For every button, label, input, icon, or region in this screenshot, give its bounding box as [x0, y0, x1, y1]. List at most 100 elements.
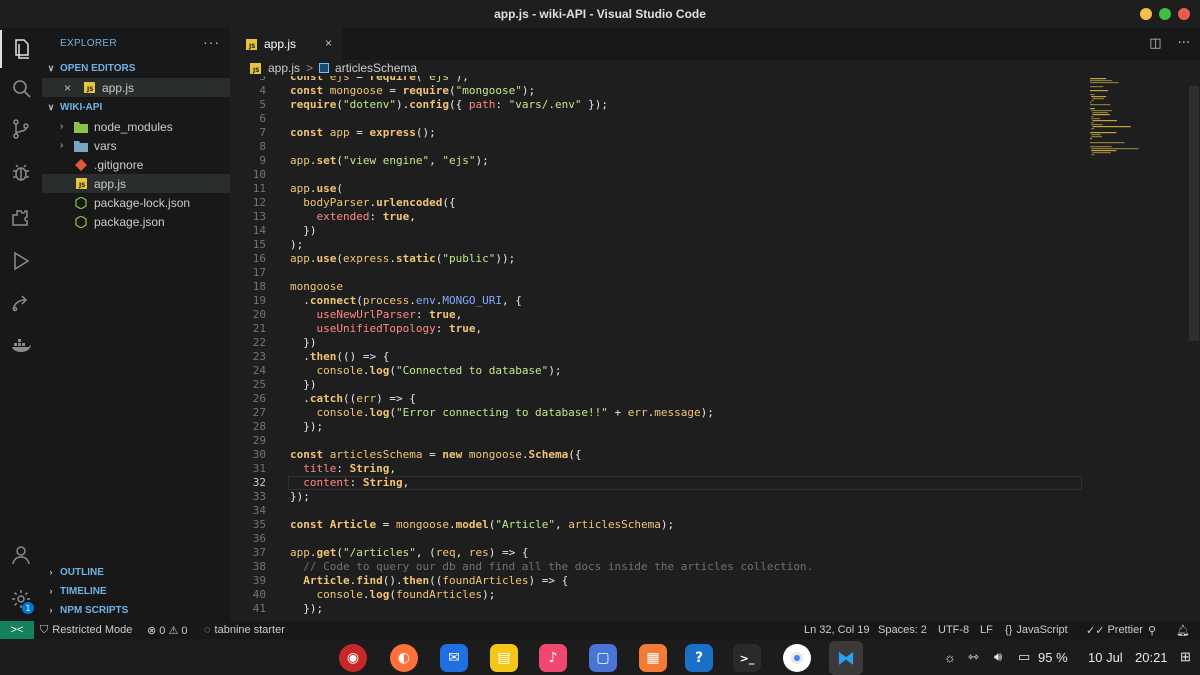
code-line[interactable]: 19 .connect(process.env.MONGO_URI, {	[230, 294, 1090, 308]
terminal-icon[interactable]: >_	[733, 644, 761, 672]
code-line[interactable]: 8	[230, 140, 1090, 154]
open-editors-section[interactable]: ∨ OPEN EDITORS	[42, 59, 230, 77]
code-editor[interactable]: 3 const ejs = require("ejs"); 4 const mongo…	[230, 76, 1200, 621]
close-icon[interactable]: ×	[64, 81, 78, 95]
close-icon[interactable]: ×	[325, 36, 332, 50]
ubuntu-app-icon[interactable]: ◉	[339, 644, 367, 672]
search-icon[interactable]	[0, 70, 42, 108]
account-icon[interactable]	[0, 536, 42, 574]
tabnine-indicator[interactable]: ◌ tabnine starter	[204, 621, 285, 639]
chrome-icon[interactable]	[783, 644, 811, 672]
code-line[interactable]: 4 const mongoose = require("mongoose");	[230, 84, 1090, 98]
code-line[interactable]: 27 console.log("Error connecting to data…	[230, 406, 1090, 420]
breadcrumb-symbol[interactable]: articlesSchema	[335, 61, 417, 75]
firefox-icon[interactable]: ◐	[390, 644, 418, 672]
code-line[interactable]: 37 app.get("/articles", (req, res) => {	[230, 546, 1090, 560]
tree-item-package-lock[interactable]: package-lock.json	[42, 193, 230, 212]
split-editor-icon[interactable]: ◫	[1149, 36, 1161, 51]
tree-item-node-modules[interactable]: › node_modules	[42, 117, 230, 136]
feedback-icon[interactable]: ⚲	[1148, 621, 1156, 639]
vscode-dock-item[interactable]: ⧓	[829, 641, 863, 675]
run-icon[interactable]	[0, 242, 42, 280]
more-actions-icon[interactable]: ···	[203, 34, 220, 50]
tab-app-js[interactable]: JS app.js ×	[230, 28, 342, 60]
source-control-icon[interactable]	[0, 110, 42, 148]
scrollbar-thumb[interactable]	[1189, 86, 1199, 341]
restricted-mode[interactable]: ⛉ Restricted Mode	[40, 621, 132, 639]
code-line[interactable]: 28 });	[230, 420, 1090, 434]
remote-indicator[interactable]: ><	[0, 621, 34, 639]
code-line[interactable]: 24 console.log("Connected to database");	[230, 364, 1090, 378]
code-line[interactable]: 39 Article.find().then((foundArticles) =…	[230, 574, 1090, 588]
code-line[interactable]: 13 extended: true,	[230, 210, 1090, 224]
problems-indicator[interactable]: ⊗ 0 ⚠ 0	[147, 621, 187, 639]
code-line[interactable]: 16 app.use(express.static("public"));	[230, 252, 1090, 266]
extensions-icon[interactable]	[0, 198, 42, 236]
npm-scripts-section[interactable]: › NPM SCRIPTS	[42, 601, 230, 619]
code-line[interactable]: 32 content: String,	[230, 476, 1090, 490]
code-line[interactable]: 10	[230, 168, 1090, 182]
outline-section[interactable]: › OUTLINE	[42, 563, 230, 581]
code-line[interactable]: 12 bodyParser.urlencoded({	[230, 196, 1090, 210]
mail-icon[interactable]: ✉	[440, 644, 468, 672]
code-line[interactable]: 31 title: String,	[230, 462, 1090, 476]
settings-icon[interactable]: 1	[0, 580, 42, 618]
notifications-icon[interactable]: 🔔︎	[1176, 621, 1190, 639]
minimize-button[interactable]	[1140, 8, 1152, 20]
code-line[interactable]: 11 app.use(	[230, 182, 1090, 196]
code-line[interactable]: 17	[230, 266, 1090, 280]
tree-item-app-js[interactable]: JS app.js	[42, 174, 230, 193]
maximize-button[interactable]	[1159, 8, 1171, 20]
code-line[interactable]: 36	[230, 532, 1090, 546]
code-line[interactable]: 38 // Code to query our db and find all …	[230, 560, 1090, 574]
code-line[interactable]: 22 })	[230, 336, 1090, 350]
more-actions-icon[interactable]: ···	[1178, 36, 1190, 51]
close-button[interactable]	[1178, 8, 1190, 20]
timeline-section[interactable]: › TIMELINE	[42, 582, 230, 600]
brightness-icon[interactable]: ☼	[944, 639, 956, 675]
code-line[interactable]: 18 mongoose	[230, 280, 1090, 294]
code-line[interactable]: 23 .then(() => {	[230, 350, 1090, 364]
project-section[interactable]: ∨ WIKI-API	[42, 98, 230, 116]
volume-icon[interactable]: 🔊︎	[994, 639, 1002, 675]
docker-icon[interactable]	[0, 326, 42, 364]
code-line[interactable]: 5 require("dotenv").config({ path: "vars/…	[230, 98, 1090, 112]
code-line[interactable]: 30 const articlesSchema = new mongoose.Sc…	[230, 448, 1090, 462]
document-viewer-icon[interactable]: ▢	[589, 644, 617, 672]
code-line[interactable]: 40 console.log(foundArticles);	[230, 588, 1090, 602]
code-line[interactable]: 21 useUnifiedTopology: true,	[230, 322, 1090, 336]
files-icon[interactable]: ▤	[490, 644, 518, 672]
line-ending[interactable]: LF	[980, 621, 993, 639]
code-line[interactable]: 9 app.set("view engine", "ejs");	[230, 154, 1090, 168]
language-mode[interactable]: {} JavaScript	[1005, 621, 1068, 639]
encoding[interactable]: UTF-8	[938, 621, 969, 639]
code-line[interactable]: 7 const app = express();	[230, 126, 1090, 140]
tree-item-gitignore[interactable]: .gitignore	[42, 155, 230, 174]
cursor-position[interactable]: Ln 32, Col 19	[804, 621, 869, 639]
software-store-icon[interactable]: ▦	[639, 644, 667, 672]
code-line[interactable]: 41 });	[230, 602, 1090, 616]
prettier-indicator[interactable]: ✓✓ Prettier	[1086, 621, 1143, 639]
help-icon[interactable]: ?	[685, 644, 713, 672]
indentation[interactable]: Spaces: 2	[878, 621, 927, 639]
music-icon[interactable]: ♪	[539, 644, 567, 672]
code-line[interactable]: 15);	[230, 238, 1090, 252]
battery-icon[interactable]: ▭	[1018, 639, 1030, 675]
debug-icon[interactable]	[0, 154, 42, 192]
minimap[interactable]	[1085, 76, 1185, 166]
network-icon[interactable]: ⇿	[968, 639, 979, 675]
app-menu-icon[interactable]: ⊞	[1180, 639, 1191, 675]
code-line[interactable]: 26 .catch((err) => {	[230, 392, 1090, 406]
code-line[interactable]: 34	[230, 504, 1090, 518]
tree-item-package-json[interactable]: package.json	[42, 212, 230, 231]
clock[interactable]: 20:21	[1135, 639, 1168, 675]
code-line[interactable]: 20 useNewUrlParser: true,	[230, 308, 1090, 322]
code-line[interactable]: 14 })	[230, 224, 1090, 238]
open-editor-item[interactable]: × JS app.js	[42, 78, 230, 97]
code-line[interactable]: 29	[230, 434, 1090, 448]
remote-icon[interactable]	[0, 284, 42, 322]
code-line[interactable]: 3 const ejs = require("ejs");	[230, 76, 1090, 84]
tree-item-vars[interactable]: › vars	[42, 136, 230, 155]
code-line[interactable]: 33});	[230, 490, 1090, 504]
code-line[interactable]: 35 const Article = mongoose.model("Articl…	[230, 518, 1090, 532]
